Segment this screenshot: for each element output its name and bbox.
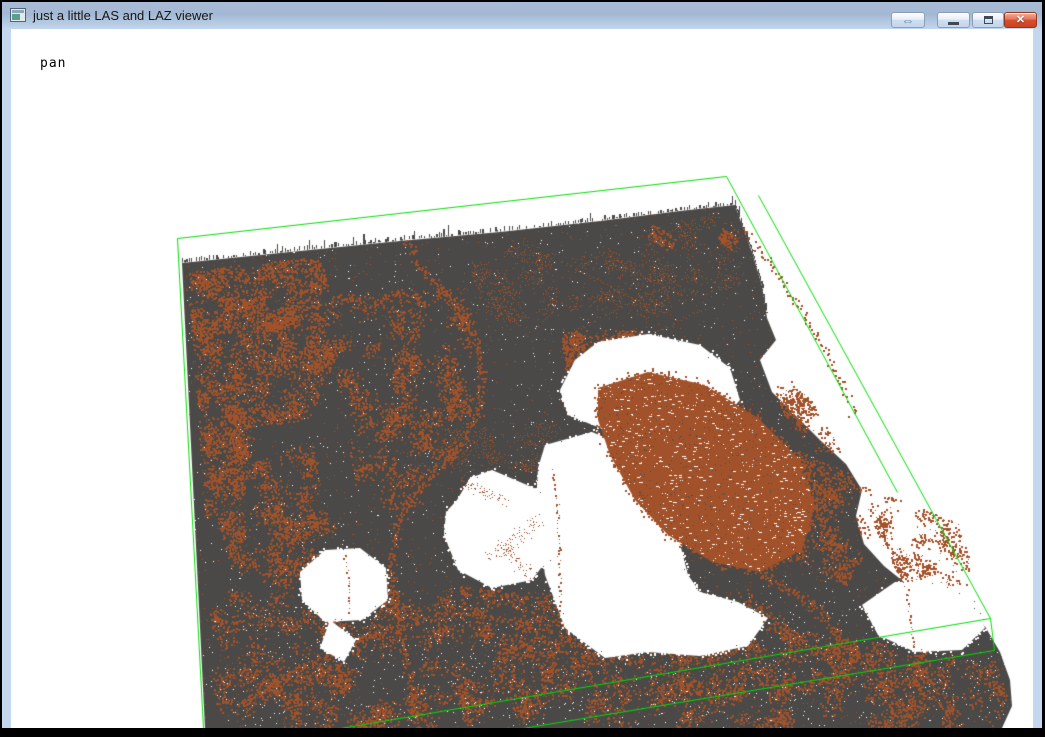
app-icon-titlebar bbox=[12, 10, 24, 13]
minimize-icon bbox=[948, 22, 959, 25]
viewer-canvas[interactable] bbox=[11, 29, 1033, 728]
resize-arrows-icon: ⇔ bbox=[902, 14, 915, 27]
app-icon-screen bbox=[12, 14, 20, 20]
maximize-icon bbox=[984, 16, 993, 24]
viewer-client-area: pan bbox=[11, 29, 1033, 728]
window-titlebar[interactable]: just a little LAS and LAZ viewer ⇔ ✕ bbox=[2, 2, 1042, 29]
layout-toggle-button[interactable]: ⇔ bbox=[891, 12, 925, 28]
mode-indicator: pan bbox=[40, 56, 66, 71]
close-icon: ✕ bbox=[1016, 15, 1025, 26]
maximize-button[interactable] bbox=[972, 12, 1004, 28]
app-icon bbox=[10, 8, 26, 22]
close-button[interactable]: ✕ bbox=[1004, 12, 1037, 28]
app-window: just a little LAS and LAZ viewer ⇔ ✕ pan bbox=[2, 2, 1042, 728]
window-title: just a little LAS and LAZ viewer bbox=[33, 8, 213, 23]
minimize-button[interactable] bbox=[937, 12, 970, 28]
